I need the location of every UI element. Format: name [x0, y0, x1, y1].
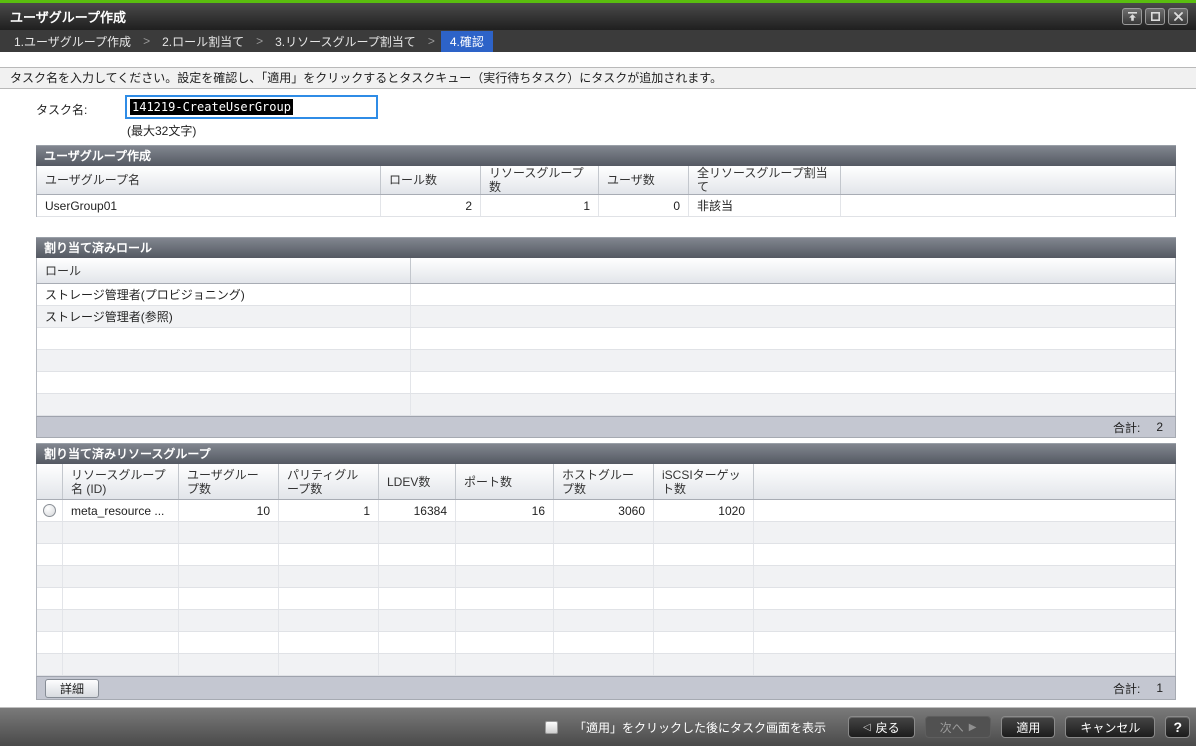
back-button[interactable]: ◁ 戻る — [848, 716, 915, 738]
next-button[interactable]: 次へ ▶ — [925, 716, 992, 738]
show-task-screen-label: 「適用」をクリックした後にタスク画面を表示 — [574, 719, 826, 736]
breadcrumb-separator: > — [422, 34, 441, 48]
cell-role-name: ストレージ管理者(プロビジョニング) — [37, 284, 411, 305]
user-group-table-title: ユーザグループ作成 — [36, 145, 1176, 166]
instruction-text: タスク名を入力してください。設定を確認し、「適用」をクリックするとタスクキュー（… — [0, 67, 1196, 89]
table-row[interactable]: UserGroup01 2 1 0 非該当 — [37, 195, 1175, 217]
task-name-hint: (最大32文字) — [127, 122, 196, 139]
window-title: ユーザグループ作成 — [0, 7, 1122, 26]
column-header: ロール数 — [381, 166, 481, 194]
maximize-icon — [1150, 11, 1161, 22]
column-header: iSCSIターゲット数 — [654, 464, 754, 499]
column-header: ユーザグループ名 — [37, 166, 381, 194]
assigned-roles-table: 割り当て済みロール ロール ストレージ管理者(プロビジョニング) ストレージ管理… — [36, 237, 1176, 438]
column-header-filler — [754, 464, 1175, 499]
empty-row — [37, 328, 1175, 350]
cell-user-count: 0 — [599, 195, 689, 216]
assigned-resource-groups-footer: 詳細 合計: 1 — [36, 676, 1176, 700]
column-header-radio — [37, 464, 63, 499]
action-bar: 「適用」をクリックした後にタスク画面を表示 ◁ 戻る 次へ ▶ 適用 キャンセル… — [0, 707, 1196, 746]
empty-row — [37, 566, 1175, 588]
help-button[interactable]: ? — [1165, 716, 1190, 738]
table-row[interactable]: ストレージ管理者(参照) — [37, 306, 1175, 328]
help-icon: ? — [1173, 719, 1182, 735]
back-arrow-icon: ◁ — [863, 722, 871, 733]
cell-all-rg-assignment: 非該当 — [689, 195, 841, 216]
column-header: リソースグループ名 (ID) — [63, 464, 179, 499]
total-value: 2 — [1156, 420, 1163, 434]
next-arrow-icon: ▶ — [969, 722, 977, 733]
task-name-value: 141219-CreateUserGroup — [130, 99, 293, 115]
breadcrumb-step-2[interactable]: 2.ロール割当て — [156, 31, 250, 52]
column-header: LDEV数 — [379, 464, 456, 499]
detail-button[interactable]: 詳細 — [45, 679, 99, 698]
user-group-table-header: ユーザグループ名 ロール数 リソースグループ数 ユーザ数 全リソースグループ割当… — [36, 166, 1176, 195]
column-header-filler — [841, 166, 1175, 194]
column-header: リソースグループ数 — [481, 166, 599, 194]
empty-row — [37, 544, 1175, 566]
total-label: 合計: — [1113, 419, 1140, 436]
cancel-button[interactable]: キャンセル — [1065, 716, 1155, 738]
cell-role-name: ストレージ管理者(参照) — [37, 306, 411, 327]
empty-row — [37, 350, 1175, 372]
column-header: ポート数 — [456, 464, 554, 499]
assigned-resource-groups-body: meta_resource ... 10 1 16384 16 3060 102… — [36, 500, 1176, 676]
cell-role-count: 2 — [381, 195, 481, 216]
empty-row — [37, 632, 1175, 654]
total-value: 1 — [1156, 681, 1163, 695]
show-task-screen-checkbox[interactable] — [545, 721, 558, 734]
wizard-breadcrumb: 1.ユーザグループ作成 > 2.ロール割当て > 3.リソースグループ割当て >… — [0, 30, 1196, 52]
empty-row — [37, 588, 1175, 610]
task-name-label: タスク名: — [36, 101, 87, 118]
window-controls — [1122, 8, 1196, 25]
cell-port-count: 16 — [456, 500, 554, 521]
table-row[interactable]: ストレージ管理者(プロビジョニング) — [37, 284, 1175, 306]
breadcrumb-separator: > — [250, 34, 269, 48]
cell-ldev-count: 16384 — [379, 500, 456, 521]
breadcrumb-step-3[interactable]: 3.リソースグループ割当て — [269, 31, 422, 52]
apply-button[interactable]: 適用 — [1001, 716, 1055, 738]
cell-host-group-count: 3060 — [554, 500, 654, 521]
assigned-roles-total: 合計: 2 — [36, 416, 1176, 438]
breadcrumb-step-1[interactable]: 1.ユーザグループ作成 — [8, 31, 137, 52]
user-group-table: ユーザグループ作成 ユーザグループ名 ロール数 リソースグループ数 ユーザ数 全… — [36, 145, 1176, 217]
empty-row — [37, 394, 1175, 416]
column-header-filler — [411, 258, 1175, 283]
column-header: 全リソースグループ割当て — [689, 166, 841, 194]
assigned-roles-header: ロール — [36, 258, 1176, 284]
total-label: 合計: — [1113, 680, 1140, 697]
cell-user-group-name: UserGroup01 — [37, 195, 381, 216]
breadcrumb-step-4-active: 4.確認 — [441, 31, 493, 52]
column-header: ロール — [37, 258, 411, 283]
cell-resource-group-count: 1 — [481, 195, 599, 216]
user-group-table-body: UserGroup01 2 1 0 非該当 — [36, 195, 1176, 217]
minimize-button[interactable] — [1122, 8, 1142, 25]
row-radio-button[interactable] — [43, 504, 56, 517]
cell-user-group-count: 10 — [179, 500, 279, 521]
cell-parity-group-count: 1 — [279, 500, 379, 521]
column-header: パリティグループ数 — [279, 464, 379, 499]
maximize-button[interactable] — [1145, 8, 1165, 25]
column-header: ユーザグループ数 — [179, 464, 279, 499]
close-icon — [1173, 11, 1184, 22]
table-row[interactable]: meta_resource ... 10 1 16384 16 3060 102… — [37, 500, 1175, 522]
assigned-resource-groups-title: 割り当て済みリソースグループ — [36, 443, 1176, 464]
assigned-resource-groups-header: リソースグループ名 (ID) ユーザグループ数 パリティグループ数 LDEV数 … — [36, 464, 1176, 500]
minimize-icon — [1127, 11, 1138, 22]
task-name-input[interactable]: 141219-CreateUserGroup — [125, 95, 378, 119]
empty-row — [37, 372, 1175, 394]
column-header: ホストグループ数 — [554, 464, 654, 499]
assigned-roles-title: 割り当て済みロール — [36, 237, 1176, 258]
cell-iscsi-target-count: 1020 — [654, 500, 754, 521]
assigned-roles-body: ストレージ管理者(プロビジョニング) ストレージ管理者(参照) — [36, 284, 1176, 416]
window-titlebar: ユーザグループ作成 — [0, 3, 1196, 30]
breadcrumb-separator: > — [137, 34, 156, 48]
column-header: ユーザ数 — [599, 166, 689, 194]
close-button[interactable] — [1168, 8, 1188, 25]
empty-row — [37, 654, 1175, 676]
empty-row — [37, 522, 1175, 544]
empty-row — [37, 610, 1175, 632]
assigned-resource-groups-table: 割り当て済みリソースグループ リソースグループ名 (ID) ユーザグループ数 パ… — [36, 443, 1176, 700]
cell-resource-group-name: meta_resource ... — [63, 500, 179, 521]
